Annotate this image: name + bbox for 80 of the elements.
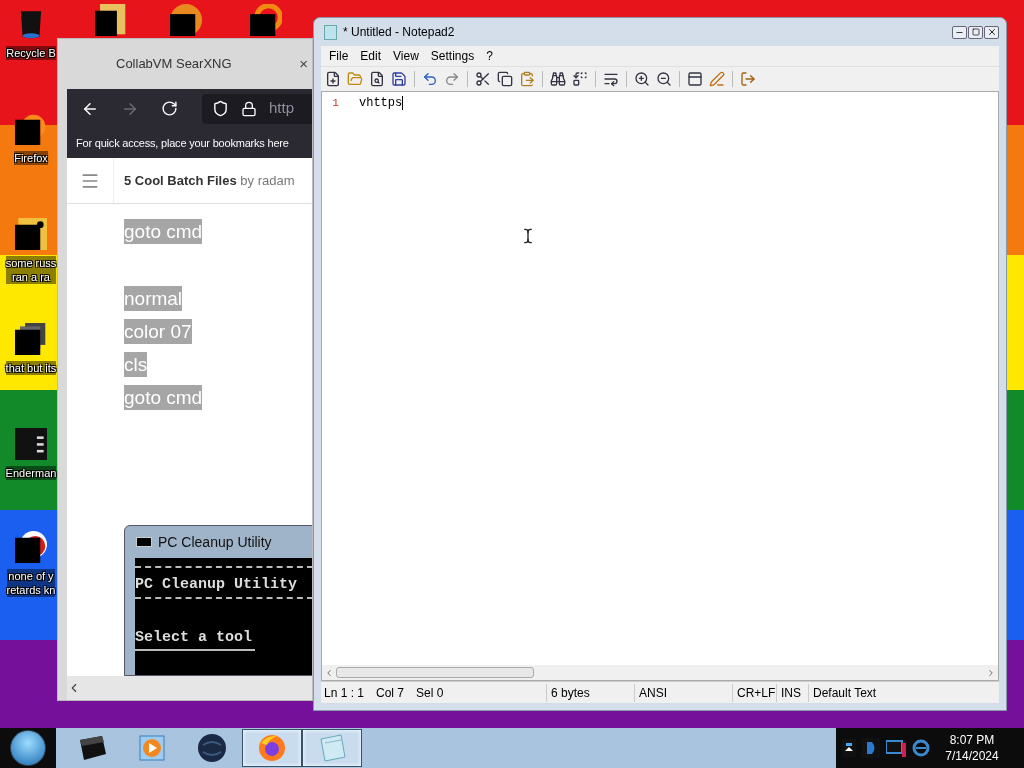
replace-icon[interactable] <box>572 71 588 87</box>
play-icon[interactable] <box>139 735 165 761</box>
cut-icon[interactable] <box>475 71 491 87</box>
icon-label: Firefox <box>14 151 48 165</box>
status-item: Col 7 <box>376 684 405 702</box>
shield-icon <box>212 100 229 117</box>
start-button[interactable] <box>0 728 56 768</box>
clock-date: 7/14/2024 <box>945 748 999 764</box>
lock-icon <box>241 100 257 117</box>
new-icon[interactable] <box>325 71 341 87</box>
paste-icon[interactable] <box>519 71 535 87</box>
swirl-icon[interactable] <box>15 531 47 563</box>
console-text: PC Cleanup Utility <box>135 575 299 596</box>
zoom-out-icon[interactable] <box>656 71 672 87</box>
bookmarks-hint: For quick access, place your bookmarks here <box>76 135 289 151</box>
close-button[interactable] <box>984 25 999 39</box>
icon-label: some russ ran a ra <box>5 256 57 284</box>
zoom-in-icon[interactable] <box>634 71 650 87</box>
find-icon[interactable] <box>550 71 566 87</box>
page-heading: 5 Cool Batch Files by radam <box>124 171 295 190</box>
ring-icon[interactable] <box>250 4 282 36</box>
wrap-icon[interactable] <box>603 71 619 87</box>
window-title: CollabVM SearXNG <box>116 55 233 74</box>
maximize-icon <box>971 28 980 36</box>
status-item: Ln 1 : 1 <box>324 684 365 702</box>
redo-icon[interactable] <box>444 71 460 87</box>
window-title: * Untitled - Notepad2 <box>343 24 456 41</box>
monitor-icon[interactable] <box>886 739 906 757</box>
scheme-icon[interactable] <box>709 71 725 87</box>
close-button[interactable]: × <box>299 52 308 76</box>
document-icon[interactable] <box>15 218 47 250</box>
status-item: Sel 0 <box>416 684 444 702</box>
minimize-button[interactable] <box>952 25 967 39</box>
view-icon[interactable] <box>687 71 703 87</box>
icon-label: none of y retards kn <box>6 569 56 597</box>
editor-area[interactable]: 1 vhttps <box>321 91 999 681</box>
status-item: 6 bytes <box>547 683 635 702</box>
horizontal-scrollbar[interactable] <box>67 676 312 700</box>
browse-icon[interactable] <box>369 71 385 87</box>
app-icon[interactable] <box>15 113 47 145</box>
taskbar-button[interactable] <box>242 729 302 767</box>
menu-item[interactable]: Edit <box>355 47 387 65</box>
menu-item[interactable]: Settings <box>425 47 480 65</box>
status-item: ANSI <box>635 683 733 702</box>
address-field[interactable]: http <box>202 93 312 124</box>
icon-label: Enderman <box>5 466 57 480</box>
status-item: CR+LF <box>733 683 777 702</box>
exit-icon[interactable] <box>740 71 756 87</box>
notepad-icon <box>324 24 337 40</box>
menu-item[interactable]: ? <box>481 47 498 65</box>
icon-label: Recycle B <box>6 46 56 60</box>
globe-icon[interactable] <box>197 733 227 763</box>
save-icon[interactable] <box>391 71 407 87</box>
console-icon[interactable] <box>15 428 47 460</box>
maximize-button[interactable] <box>968 25 983 39</box>
copy-icon[interactable] <box>497 71 513 87</box>
scroll-right-icon[interactable] <box>986 667 996 678</box>
taskbar-button[interactable] <box>302 729 362 767</box>
scroll-thumb[interactable] <box>336 667 534 678</box>
menu-item[interactable]: View <box>388 47 424 65</box>
console-icon <box>136 537 152 548</box>
line-number: 1 <box>332 96 339 110</box>
icon-label: that but its <box>5 361 57 375</box>
disc-icon[interactable] <box>170 4 202 36</box>
status-item: INS <box>777 683 809 702</box>
menu-item[interactable]: File <box>324 47 354 65</box>
open-icon[interactable] <box>347 71 363 87</box>
horizontal-scrollbar[interactable] <box>322 665 998 680</box>
editor-text: vhttps <box>359 96 404 110</box>
close-icon <box>986 27 997 37</box>
undo-icon[interactable] <box>422 71 438 87</box>
status-item: Default Text <box>812 684 878 702</box>
start-orb-icon <box>10 730 46 766</box>
clock-time: 8:07 PM <box>949 732 995 748</box>
folder-icon[interactable] <box>95 4 127 36</box>
console-text: Select a tool <box>135 627 253 648</box>
firefox-icon[interactable] <box>257 733 287 763</box>
reload-icon[interactable] <box>161 100 178 117</box>
windows-icon[interactable] <box>15 323 47 355</box>
window-title: PC Cleanup Utility <box>158 532 272 552</box>
